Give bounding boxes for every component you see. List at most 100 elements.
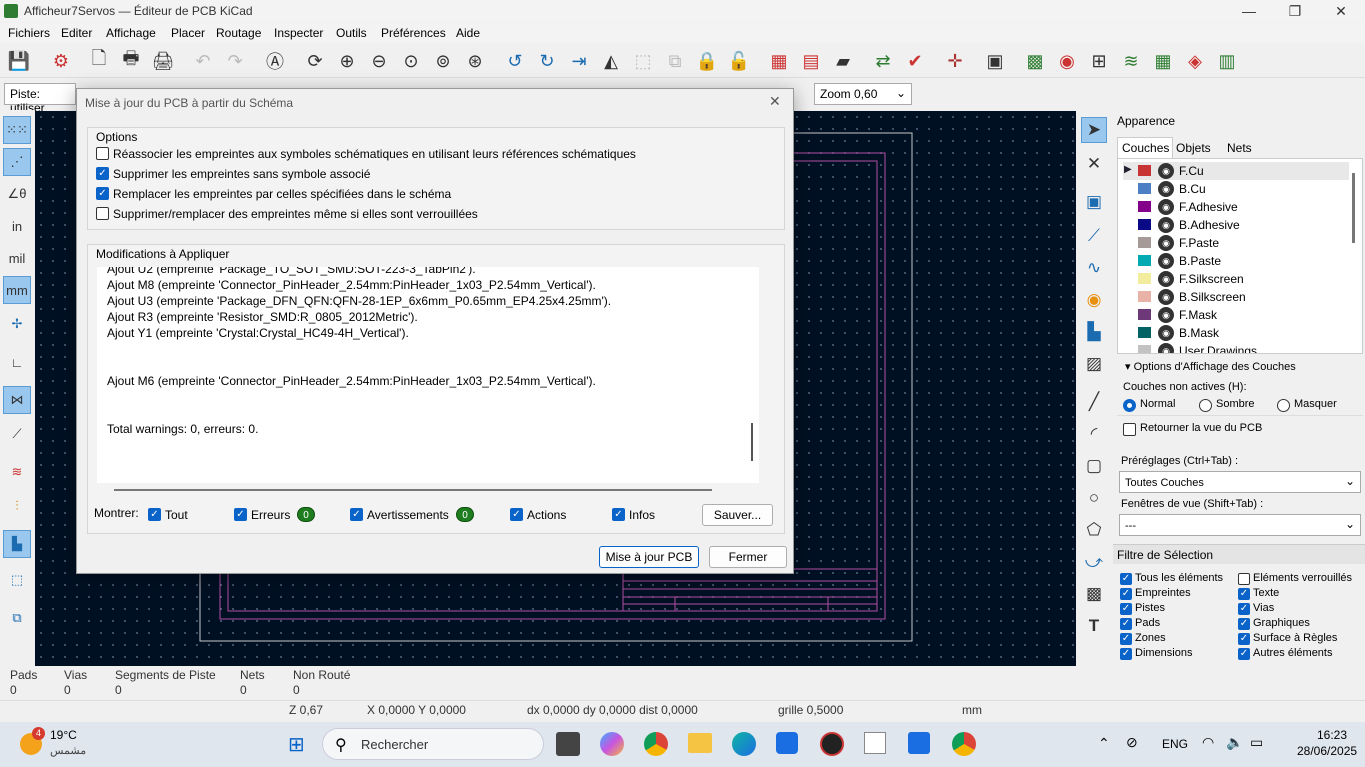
zoom-selection-icon[interactable]: ⊛	[462, 48, 488, 74]
mil-units-icon[interactable]: mil	[3, 244, 31, 272]
save-icon[interactable]: 💾	[6, 48, 32, 74]
inactive-normal-radio[interactable]	[1123, 399, 1136, 412]
ratsnest-icon[interactable]: ⋈	[3, 386, 31, 414]
layers-scrollbar-thumb[interactable]	[1352, 173, 1355, 243]
eye-icon[interactable]: ◉	[1158, 181, 1174, 197]
filter-checkbox[interactable]	[1238, 573, 1250, 585]
local-ratsnest-icon[interactable]: ✕	[1081, 151, 1107, 177]
print-icon[interactable]: 🖶	[118, 48, 144, 74]
layer-color-swatch[interactable]	[1138, 201, 1151, 212]
dialog-close-icon[interactable]: ✕	[769, 93, 781, 110]
filter-checkbox[interactable]: ✓	[1238, 588, 1250, 600]
tune-length-icon[interactable]: ∿	[1081, 255, 1107, 281]
clock-time[interactable]: 16:23	[1317, 728, 1347, 742]
minimize-button[interactable]: —	[1226, 0, 1272, 22]
footprint-editor-icon[interactable]: ▦	[766, 48, 792, 74]
unlock-icon[interactable]: 🔓	[726, 48, 752, 74]
volume-icon[interactable]: 🔈	[1226, 734, 1243, 751]
eye-icon[interactable]: ◉	[1158, 253, 1174, 269]
inactive-dim-radio[interactable]	[1199, 399, 1212, 412]
grid-dots-icon[interactable]: ⁙⁙	[3, 116, 31, 144]
layer-color-swatch[interactable]	[1138, 255, 1151, 266]
menu-fichiers[interactable]: Fichiers	[8, 26, 50, 40]
layer-row[interactable]: ◉ F.Adhesive	[1123, 198, 1349, 216]
add-image-icon[interactable]: ▩	[1081, 581, 1107, 607]
layer-color-swatch[interactable]	[1138, 183, 1151, 194]
filter-checkbox[interactable]: ✓	[1120, 648, 1132, 660]
eye-icon[interactable]: ◉	[1158, 163, 1174, 179]
menu-inspecter[interactable]: Inspecter	[274, 26, 323, 40]
filter-actions-checkbox[interactable]: ✓	[510, 508, 523, 521]
layer-row[interactable]: ◉ F.Paste	[1123, 234, 1349, 252]
layer-color-swatch[interactable]	[1138, 309, 1151, 320]
add-zone-icon[interactable]: ▙	[1081, 319, 1107, 345]
plugin-bom-icon[interactable]: ◈	[1182, 48, 1208, 74]
inactive-hide-radio[interactable]	[1277, 399, 1290, 412]
chrome-icon[interactable]	[644, 732, 668, 756]
ungroup-icon[interactable]: ⧉	[662, 48, 688, 74]
angle-snap-icon[interactable]: ∟	[3, 348, 31, 376]
network-off-icon[interactable]: ⊘	[1126, 734, 1138, 751]
flip-board-checkbox[interactable]	[1123, 423, 1136, 436]
filter-warnings-checkbox[interactable]: ✓	[350, 508, 363, 521]
chrome-profile-icon[interactable]	[952, 732, 976, 756]
eye-icon[interactable]: ◉	[1158, 217, 1174, 233]
rule-area-icon[interactable]: ▨	[1081, 351, 1107, 377]
select-arrow-icon[interactable]: ➤	[1081, 117, 1107, 143]
draw-rectangle-icon[interactable]: ▢	[1081, 453, 1107, 479]
draw-arc-icon[interactable]: ◜	[1081, 421, 1107, 447]
tab-couches[interactable]: Couches	[1117, 137, 1173, 158]
notepad-icon[interactable]	[908, 732, 930, 754]
filter-errors-checkbox[interactable]: ✓	[234, 508, 247, 521]
pad-outline-icon[interactable]: ⫶	[3, 492, 31, 520]
zone-fill-icon[interactable]: ≋	[3, 458, 31, 486]
drc-icon[interactable]: ✔	[902, 48, 928, 74]
option-replace-checkbox[interactable]: ✓	[96, 187, 109, 200]
close-window-button[interactable]: ✕	[1318, 0, 1364, 22]
presets-select[interactable]: Toutes Couches ⌄	[1119, 471, 1361, 493]
filter-checkbox[interactable]: ✓	[1120, 633, 1132, 645]
draw-bezier-icon[interactable]: ⤻	[1081, 549, 1107, 575]
layer-color-swatch[interactable]	[1138, 291, 1151, 302]
app-red-icon[interactable]	[820, 732, 844, 756]
draw-circle-icon[interactable]: ○	[1081, 485, 1107, 511]
plugin-export-icon[interactable]: ▥	[1214, 48, 1240, 74]
language-indicator[interactable]: ENG	[1162, 737, 1188, 751]
zoom-objects-icon[interactable]: ⊚	[430, 48, 456, 74]
mirror-icon[interactable]: ◭	[598, 48, 624, 74]
battery-icon[interactable]: ▭	[1250, 734, 1263, 751]
group-icon[interactable]: ⬚	[630, 48, 656, 74]
maximize-button[interactable]: ❐	[1272, 0, 1318, 22]
copilot-icon[interactable]	[600, 732, 624, 756]
eye-icon[interactable]: ◉	[1158, 235, 1174, 251]
save-report-button[interactable]: Sauver...	[702, 504, 773, 526]
refresh-icon[interactable]: ⟳	[302, 48, 328, 74]
rotate-cw-icon[interactable]: ↻	[534, 48, 560, 74]
layer-row[interactable]: ▶ ◉ F.Cu	[1123, 162, 1349, 180]
layer-color-swatch[interactable]	[1138, 345, 1151, 353]
zoom-select[interactable]: Zoom 0,60 ⌄	[814, 83, 912, 105]
layer-color-swatch[interactable]	[1138, 327, 1151, 338]
rotate-ccw-icon[interactable]: ↺	[502, 48, 528, 74]
page-settings-icon[interactable]: 🗋	[86, 48, 112, 74]
mm-units-icon[interactable]: mm	[3, 276, 31, 304]
menu-aide[interactable]: Aide	[456, 26, 480, 40]
filter-checkbox[interactable]: ✓	[1238, 633, 1250, 645]
log-scrollbar-thumb[interactable]	[751, 423, 753, 461]
filter-checkbox[interactable]: ✓	[1238, 603, 1250, 615]
changes-log[interactable]: Ajout U2 (empreinte 'Package_TO_SOT_SMD:…	[97, 267, 759, 483]
freerouting-icon[interactable]: ▩	[1022, 48, 1048, 74]
curved-ratsnest-icon[interactable]: ⟋	[3, 420, 31, 448]
filter-all-checkbox[interactable]: ✓	[148, 508, 161, 521]
undo-icon[interactable]: ↶	[190, 48, 216, 74]
filter-infos-checkbox[interactable]: ✓	[612, 508, 625, 521]
draw-polygon-icon[interactable]: ⬠	[1081, 517, 1107, 543]
zoom-fit-icon[interactable]: ⊙	[398, 48, 424, 74]
filter-checkbox[interactable]: ✓	[1238, 648, 1250, 660]
scripting-console-icon[interactable]: ▣	[982, 48, 1008, 74]
draw-line-icon[interactable]: ╱	[1081, 389, 1107, 415]
via-outline-icon[interactable]: ⬚	[3, 566, 31, 594]
menu-editer[interactable]: Editer	[61, 26, 92, 40]
grid-overrides-icon[interactable]: ⋰	[3, 148, 31, 176]
menu-placer[interactable]: Placer	[171, 26, 205, 40]
